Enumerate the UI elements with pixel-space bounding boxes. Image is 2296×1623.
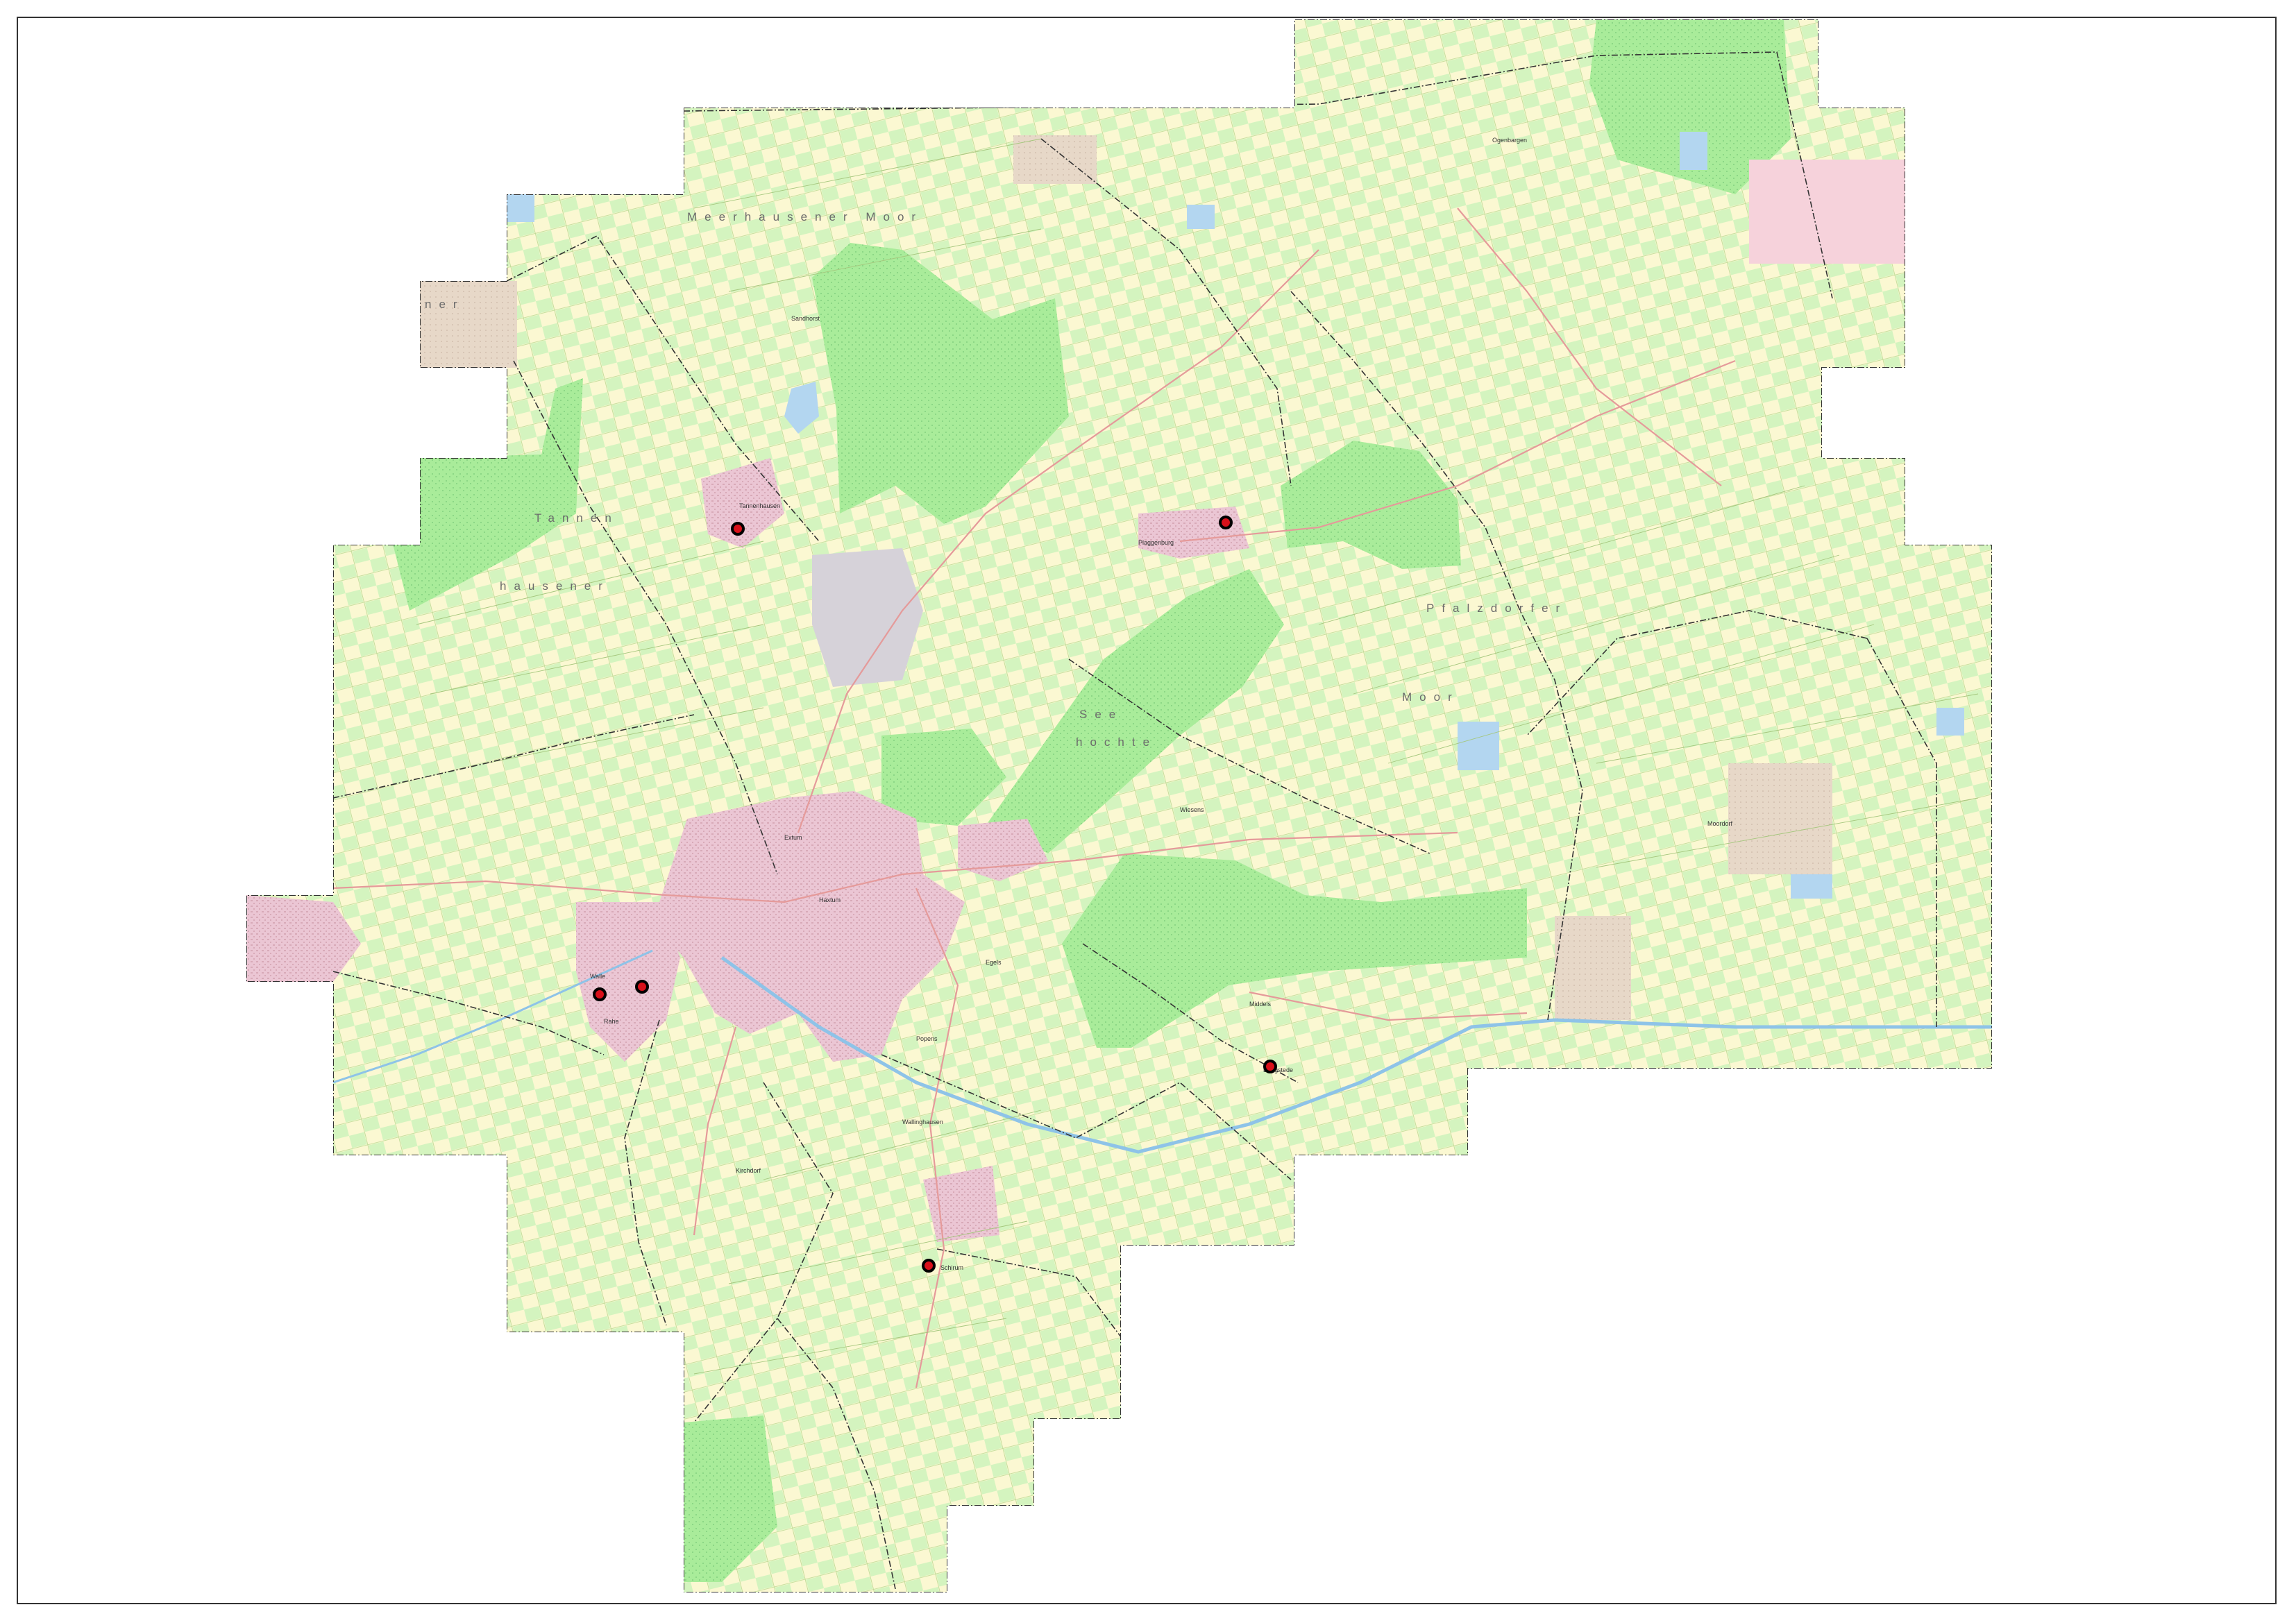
site-marker[interactable] (1263, 1060, 1277, 1073)
region-label: Tannen (534, 511, 619, 525)
district-map: Meerhausener Moor Tannen hausener Pfalzd… (246, 19, 1992, 1592)
bare-area-east (1728, 763, 1832, 874)
pond-3 (1680, 132, 1707, 170)
place-label: Extum (784, 834, 802, 841)
site-marker[interactable] (922, 1259, 936, 1273)
region-label: Pfalzdorfer (1426, 602, 1567, 615)
place-label: Ogenbargen (1492, 137, 1527, 144)
pond-2 (1458, 722, 1499, 770)
region-label: ner (425, 298, 465, 311)
site-marker[interactable] (593, 987, 607, 1001)
region-label: hochte (1076, 736, 1157, 749)
place-label: Middels (1249, 1001, 1272, 1008)
industrial-area (812, 548, 923, 687)
pond-1 (507, 194, 534, 222)
site-marker[interactable] (635, 980, 649, 994)
place-label: Wallinghausen (902, 1119, 943, 1125)
place-label: Popens (916, 1035, 938, 1042)
place-label: Kirchdorf (736, 1167, 761, 1174)
bare-area-north (1013, 135, 1097, 184)
pond-6 (1936, 708, 1964, 736)
place-label: Moordorf (1707, 820, 1733, 827)
region-label: hausener (500, 579, 610, 593)
bare-area-southeast (1555, 916, 1631, 1020)
airfield (1749, 160, 1905, 264)
region-label: Moor (1402, 690, 1460, 704)
place-label: Haxtum (819, 897, 841, 903)
place-label: Sandhorst (791, 315, 820, 322)
region-label: See (1079, 708, 1123, 721)
region-label: Meerhausener Moor (687, 210, 923, 223)
bare-area-west (420, 281, 517, 368)
pond-4 (1791, 874, 1832, 899)
map-canvas (246, 19, 1992, 1592)
place-label: Tannenhausen (739, 502, 780, 509)
place-label: Wiesens (1180, 806, 1204, 813)
place-label: Rahe (604, 1018, 619, 1025)
pond-5 (1187, 205, 1215, 229)
place-label: Plaggenburg (1138, 539, 1174, 546)
site-marker[interactable] (1219, 516, 1233, 529)
place-label: Egels (986, 959, 1002, 966)
place-label: Schirum (940, 1264, 963, 1271)
site-marker[interactable] (731, 522, 745, 536)
place-label: Walle (590, 973, 605, 980)
